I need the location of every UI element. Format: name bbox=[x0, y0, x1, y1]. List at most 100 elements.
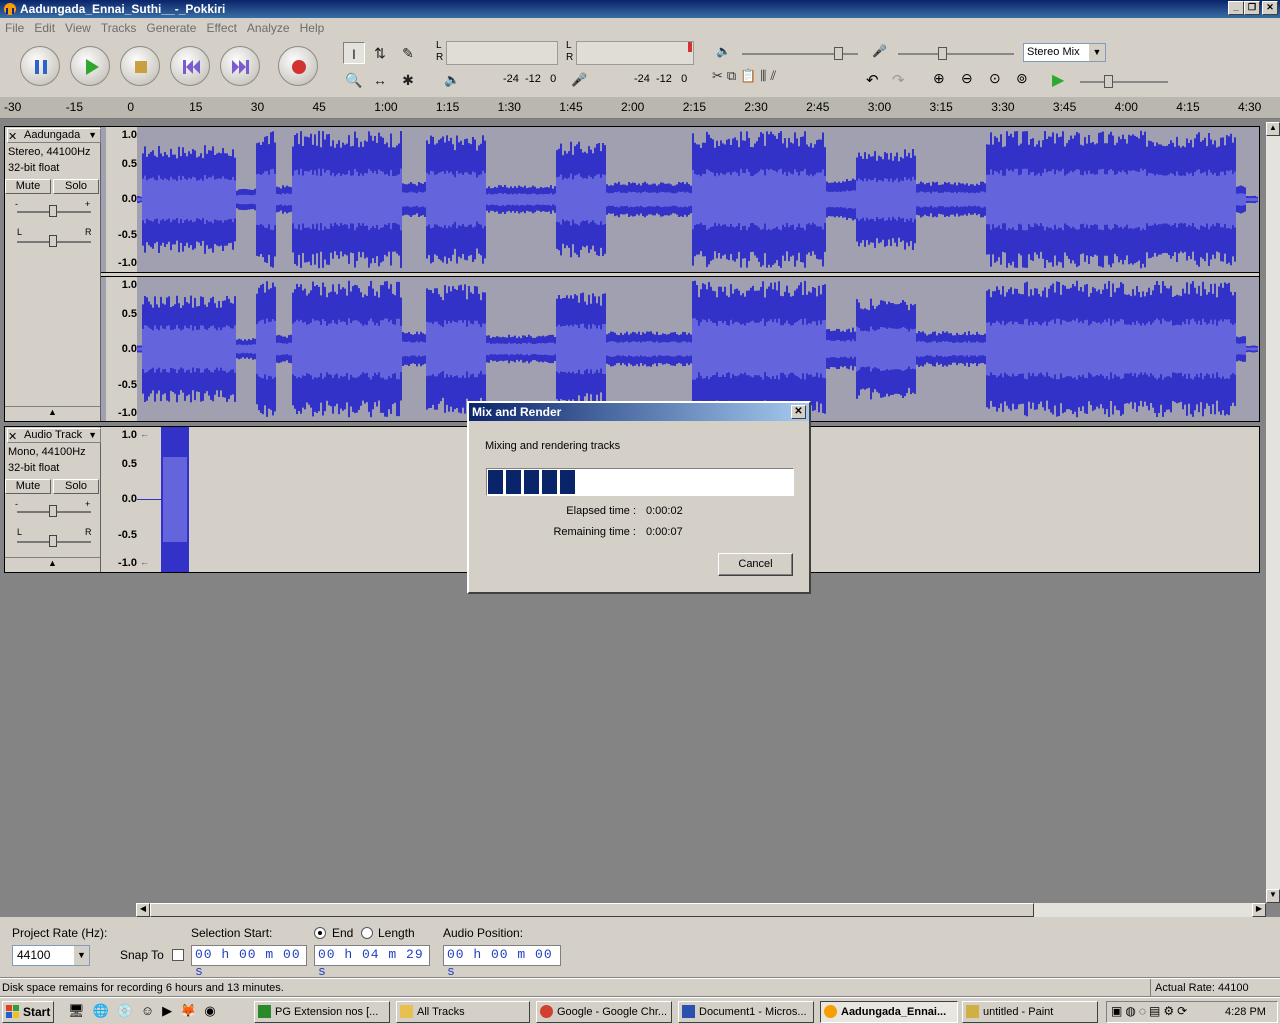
menu-file[interactable]: File bbox=[0, 18, 29, 38]
menu-help[interactable]: Help bbox=[295, 18, 330, 38]
project-rate-select[interactable]: 44100 ▼ bbox=[12, 945, 90, 966]
output-volume-slider[interactable] bbox=[742, 47, 858, 60]
solo-button[interactable]: Solo bbox=[53, 179, 99, 194]
menu-tracks[interactable]: Tracks bbox=[96, 18, 142, 38]
input-source-select[interactable]: Stereo Mix ▼ bbox=[1023, 43, 1106, 62]
firefox-icon[interactable]: 🦊 bbox=[180, 1003, 196, 1021]
track-name-menu[interactable]: Audio Track ▼ bbox=[7, 428, 101, 443]
scroll-up-icon[interactable]: ▲ bbox=[1266, 122, 1280, 136]
monitor-icon[interactable]: ▤ bbox=[1149, 1004, 1160, 1018]
minimize-button[interactable]: _ bbox=[1228, 1, 1244, 15]
cancel-button[interactable]: Cancel bbox=[718, 553, 793, 576]
timeshift-tool[interactable]: ↔ bbox=[369, 69, 391, 91]
gain-thumb[interactable] bbox=[49, 205, 57, 217]
collapse-track-icon[interactable]: ▲ bbox=[5, 557, 100, 571]
settings-tray-icon[interactable]: ⚙ bbox=[1163, 1004, 1174, 1018]
task-paint[interactable]: untitled - Paint bbox=[962, 1001, 1098, 1023]
chrome-icon[interactable]: ◉ bbox=[204, 1003, 215, 1021]
silence-icon[interactable]: ⫽ bbox=[770, 68, 776, 92]
gain-thumb[interactable] bbox=[49, 505, 57, 517]
solo-button[interactable]: Solo bbox=[53, 479, 99, 494]
restore-button[interactable]: ❐ bbox=[1244, 1, 1260, 15]
pan-slider[interactable] bbox=[17, 535, 91, 547]
input-volume-slider[interactable] bbox=[898, 47, 1014, 60]
gain-slider[interactable] bbox=[17, 205, 91, 217]
scroll-left-icon[interactable]: ◀ bbox=[136, 903, 150, 917]
fit-selection-icon[interactable]: ⊙ bbox=[989, 70, 1001, 87]
pan-thumb[interactable] bbox=[49, 235, 57, 247]
task-pg-extension[interactable]: PG Extension nos [... bbox=[254, 1001, 390, 1023]
player-icon[interactable]: ▶ bbox=[162, 1003, 172, 1021]
audio-position-time[interactable]: 00 h 00 m 00 s bbox=[443, 945, 561, 979]
zoom-in-icon[interactable]: ⊕ bbox=[933, 70, 945, 87]
output-volume-thumb[interactable] bbox=[834, 47, 843, 60]
task-google-chrome[interactable]: Google - Google Chr... bbox=[536, 1001, 672, 1023]
task-audacity[interactable]: Aadungada_Ennai... bbox=[820, 1001, 958, 1023]
acrobat-icon[interactable]: ▣ bbox=[1111, 1004, 1122, 1018]
scroll-right-icon[interactable]: ▶ bbox=[1252, 903, 1266, 917]
input-volume-thumb[interactable] bbox=[938, 47, 947, 60]
skip-to-end-button[interactable] bbox=[220, 46, 260, 86]
selection-start-time[interactable]: 00 h 00 m 00 s bbox=[191, 945, 307, 979]
end-radio[interactable] bbox=[314, 927, 326, 939]
length-radio[interactable] bbox=[361, 927, 373, 939]
media-icon[interactable]: 💿 bbox=[117, 1003, 133, 1021]
zoom-out-icon[interactable]: ⊖ bbox=[961, 70, 973, 87]
collapse-track-icon[interactable]: ▲ bbox=[5, 406, 100, 420]
vertical-scrollbar[interactable]: ▲ ▼ bbox=[1266, 122, 1280, 903]
speaker-icon[interactable]: 🔈 bbox=[444, 72, 460, 88]
horizontal-scrollbar[interactable]: ◀ ▶ bbox=[136, 903, 1266, 917]
record-meter[interactable] bbox=[576, 41, 694, 65]
trim-icon[interactable]: ⫼ bbox=[760, 68, 766, 92]
draw-tool[interactable]: ✎ bbox=[397, 42, 419, 64]
task-all-tracks[interactable]: All Tracks bbox=[396, 1001, 530, 1023]
menu-analyze[interactable]: Analyze bbox=[242, 18, 295, 38]
close-window-button[interactable]: ✕ bbox=[1262, 1, 1278, 15]
mute-button[interactable]: Mute bbox=[5, 479, 51, 494]
mute-button[interactable]: Mute bbox=[5, 179, 51, 194]
ie-icon[interactable]: 🌐 bbox=[93, 1003, 109, 1021]
skip-to-start-button[interactable] bbox=[170, 46, 210, 86]
waveform-right-channel[interactable] bbox=[137, 277, 1259, 421]
stop-button[interactable] bbox=[120, 46, 160, 86]
envelope-tool[interactable]: ⇅ bbox=[369, 42, 391, 64]
play-at-speed-icon[interactable]: ▶ bbox=[1052, 70, 1064, 90]
gain-slider[interactable] bbox=[17, 505, 91, 517]
selection-end-time[interactable]: 00 h 04 m 29 s bbox=[314, 945, 430, 979]
horizontal-scroll-thumb[interactable] bbox=[150, 903, 1034, 917]
waveform-left-channel[interactable] bbox=[137, 127, 1259, 272]
cut-icon[interactable]: ✂ bbox=[712, 68, 723, 92]
rendered-clip[interactable] bbox=[161, 427, 189, 572]
menu-view[interactable]: View bbox=[60, 18, 96, 38]
show-desktop-icon[interactable]: 🖥 bbox=[68, 1003, 85, 1021]
update-icon[interactable]: ⟳ bbox=[1177, 1004, 1187, 1018]
play-meter[interactable] bbox=[446, 41, 558, 65]
dialog-close-button[interactable]: ✕ bbox=[791, 405, 806, 419]
fit-project-icon[interactable]: ⊚ bbox=[1016, 70, 1028, 87]
pause-button[interactable] bbox=[20, 46, 60, 86]
paste-icon[interactable]: 📋 bbox=[740, 68, 756, 92]
zoom-tool[interactable]: 🔍 bbox=[343, 69, 365, 91]
selection-tool[interactable]: I bbox=[343, 42, 365, 64]
scroll-down-icon[interactable]: ▼ bbox=[1266, 889, 1280, 903]
play-speed-slider[interactable] bbox=[1080, 75, 1168, 88]
play-button[interactable] bbox=[70, 46, 110, 86]
pan-thumb[interactable] bbox=[49, 535, 57, 547]
messenger-icon[interactable]: ☺ bbox=[141, 1003, 154, 1021]
volume-tray-icon[interactable]: ◌ bbox=[1139, 1004, 1146, 1018]
snap-to-checkbox[interactable] bbox=[172, 949, 184, 961]
track-name-menu[interactable]: Aadungada ▼ bbox=[7, 128, 101, 143]
network-icon[interactable]: ◍ bbox=[1125, 1004, 1135, 1018]
clock[interactable]: 4:28 PM bbox=[1225, 1006, 1266, 1018]
undo-icon[interactable]: ↶ bbox=[866, 71, 879, 89]
multi-tool[interactable]: ✱ bbox=[397, 69, 419, 91]
task-document1[interactable]: Document1 - Micros... bbox=[678, 1001, 814, 1023]
play-speed-thumb[interactable] bbox=[1104, 75, 1113, 88]
copy-icon[interactable]: ⧉ bbox=[727, 68, 736, 92]
microphone-icon[interactable]: 🎤 bbox=[571, 72, 587, 88]
pan-slider[interactable] bbox=[17, 235, 91, 247]
menu-edit[interactable]: Edit bbox=[29, 18, 60, 38]
start-button[interactable]: Start bbox=[2, 1001, 54, 1023]
timeline-ruler[interactable]: -30 -15 0 15 30 45 1:00 1:15 1:30 1:45 2:00 2:15 2:3… bbox=[0, 97, 1280, 119]
menu-generate[interactable]: Generate bbox=[141, 18, 201, 38]
